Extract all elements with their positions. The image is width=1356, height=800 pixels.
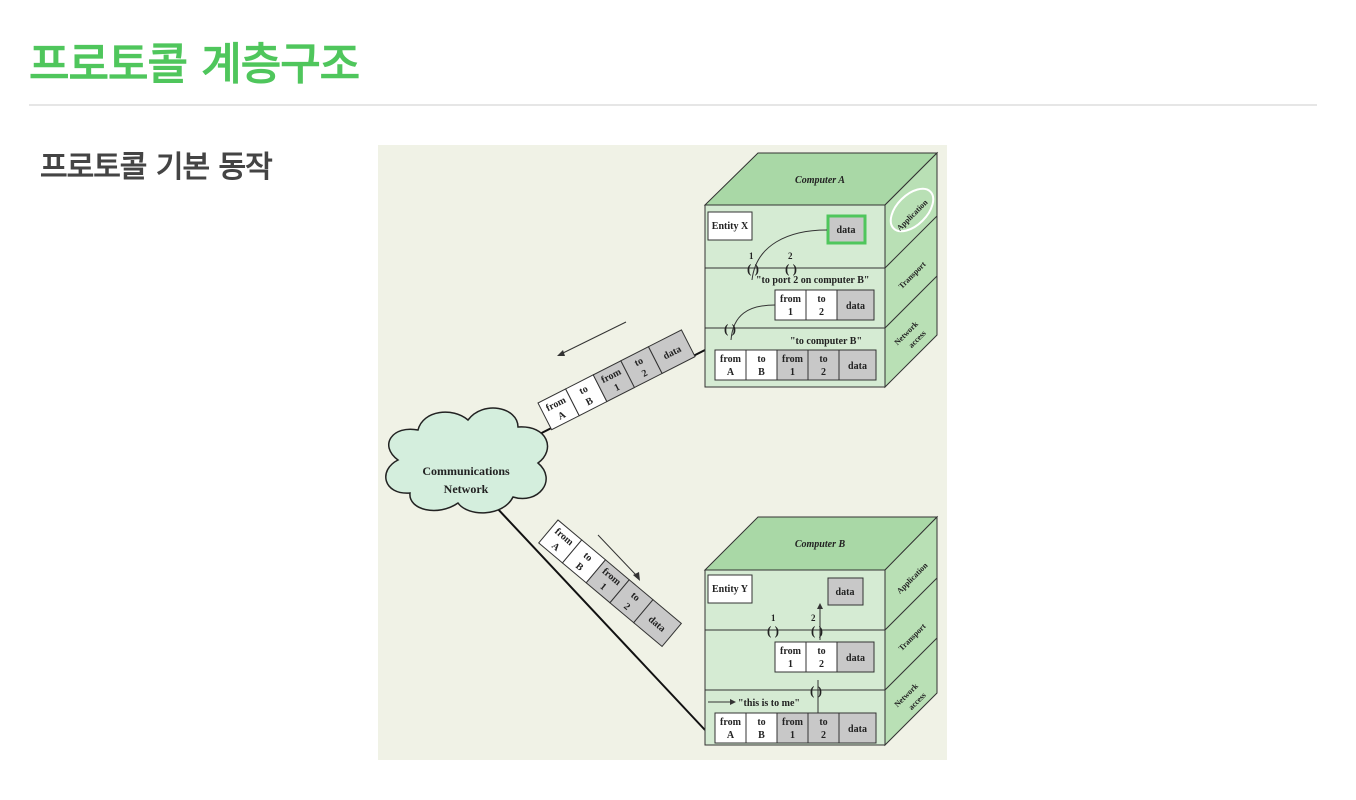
computer-b-label: Computer B bbox=[795, 539, 846, 550]
packet-in-transit-outbound: fromAtoBfrom1to2data bbox=[537, 329, 696, 431]
packet-field-top: to bbox=[819, 354, 827, 365]
packet-field-top: from bbox=[720, 354, 742, 365]
packet-field-top: to bbox=[757, 354, 765, 365]
packet-field-bottom: 1 bbox=[790, 367, 795, 378]
packet-field-data: data bbox=[836, 289, 875, 321]
packet-field-top: to bbox=[817, 646, 825, 657]
transport-note: "to port 2 on computer B" bbox=[756, 275, 869, 286]
packet-field-bottom: 2 bbox=[821, 367, 826, 378]
port-2-label: 2 bbox=[811, 613, 816, 623]
packet-field-top: to bbox=[757, 717, 765, 728]
packet-field-from: from 1 bbox=[776, 712, 809, 744]
packet-field-to: to B bbox=[745, 349, 778, 381]
packet-field-top: from bbox=[780, 646, 802, 657]
packet-field-bottom: 1 bbox=[790, 730, 795, 741]
port-1-glyph: ( ) bbox=[747, 261, 759, 276]
communications-network-cloud: Communications Network bbox=[385, 407, 549, 514]
packet-field-top: from bbox=[720, 717, 742, 728]
section-subtitle: 프로토콜 기본 동작 bbox=[40, 150, 273, 185]
port-1-glyph: ( ) bbox=[767, 623, 779, 638]
packet-field-bottom: 1 bbox=[788, 307, 793, 318]
entity-y-label: Entity Y bbox=[712, 584, 749, 595]
packet-field-top: from bbox=[780, 294, 802, 305]
port-1-label: 1 bbox=[771, 613, 776, 623]
network-note: "to computer B" bbox=[790, 336, 862, 347]
network-note: "this is to me" bbox=[738, 698, 800, 709]
packet-field-label: data bbox=[848, 361, 867, 372]
packet-field-label: data bbox=[846, 301, 865, 312]
direction-arrow-outbound bbox=[562, 321, 627, 354]
network-packet: from Ato Bfrom 1 to 2 data bbox=[714, 349, 877, 381]
packet-field-from: from 1 bbox=[776, 349, 809, 381]
port-2-glyph: ( ) bbox=[785, 261, 797, 276]
computer-a: Computer A Entity X data ( ) 1 ( ) 2 "to… bbox=[703, 151, 939, 389]
packet-field-bottom: 1 bbox=[788, 659, 793, 670]
packet-field-from: from 1 bbox=[774, 289, 807, 321]
packet-field-from: from 1 bbox=[774, 641, 807, 673]
data-label: data bbox=[836, 587, 855, 598]
packet-field-bottom: B bbox=[758, 367, 765, 378]
packet-field-to: to 2 bbox=[805, 641, 838, 673]
arrowhead bbox=[557, 350, 565, 356]
packet-field-to: to 2 bbox=[807, 349, 840, 381]
network-label-line1: Communications bbox=[422, 464, 510, 478]
computer-b: Computer B Entity Y data ( ) 1 ( ) 2 ( )… bbox=[703, 515, 939, 747]
packet-field-top: to bbox=[817, 294, 825, 305]
protocol-diagram: Communications Network Computer A Entity… bbox=[378, 145, 947, 760]
network-packet: from Ato Bfrom 1 to 2 data bbox=[714, 712, 877, 744]
packet-field-bottom: A bbox=[727, 730, 735, 741]
port-glyph: ( ) bbox=[810, 683, 822, 698]
port-2-glyph: ( ) bbox=[811, 623, 823, 638]
packet-field-bottom: 2 bbox=[819, 307, 824, 318]
packet-field-data: data bbox=[838, 712, 877, 744]
packet-field-from: from A bbox=[714, 349, 747, 381]
packet-field-top: from bbox=[782, 354, 804, 365]
packet-field-bottom: A bbox=[727, 367, 735, 378]
packet-field-to: to B bbox=[745, 712, 778, 744]
port-glyph: ( ) bbox=[724, 321, 736, 336]
network-label-line2: Network bbox=[444, 482, 489, 496]
packet-field-from: from A bbox=[714, 712, 747, 744]
packet-field-to: to 2 bbox=[805, 289, 838, 321]
packet-field-label: data bbox=[848, 724, 867, 735]
data-label: data bbox=[837, 225, 856, 236]
packet-field-data: data bbox=[836, 641, 875, 673]
packet-field-label: data bbox=[846, 653, 865, 664]
packet-field-data: data bbox=[838, 349, 877, 381]
port-1-label: 1 bbox=[749, 251, 754, 261]
page-title: 프로토콜 계층구조 bbox=[29, 39, 360, 90]
transport-packet: from 1 to 2 data bbox=[774, 289, 875, 321]
packet-field-bottom: 2 bbox=[819, 659, 824, 670]
packet-field-top: to bbox=[819, 717, 827, 728]
title-divider bbox=[29, 104, 1317, 106]
packet-field-to: to 2 bbox=[807, 712, 840, 744]
packet-field-bottom: 2 bbox=[821, 730, 826, 741]
computer-a-label: Computer A bbox=[795, 175, 845, 186]
packet-field-top: from bbox=[782, 717, 804, 728]
port-2-label: 2 bbox=[788, 251, 793, 261]
transport-packet: from 1 to 2 data bbox=[774, 641, 875, 673]
entity-x-label: Entity X bbox=[712, 221, 749, 232]
packet-field-bottom: B bbox=[758, 730, 765, 741]
